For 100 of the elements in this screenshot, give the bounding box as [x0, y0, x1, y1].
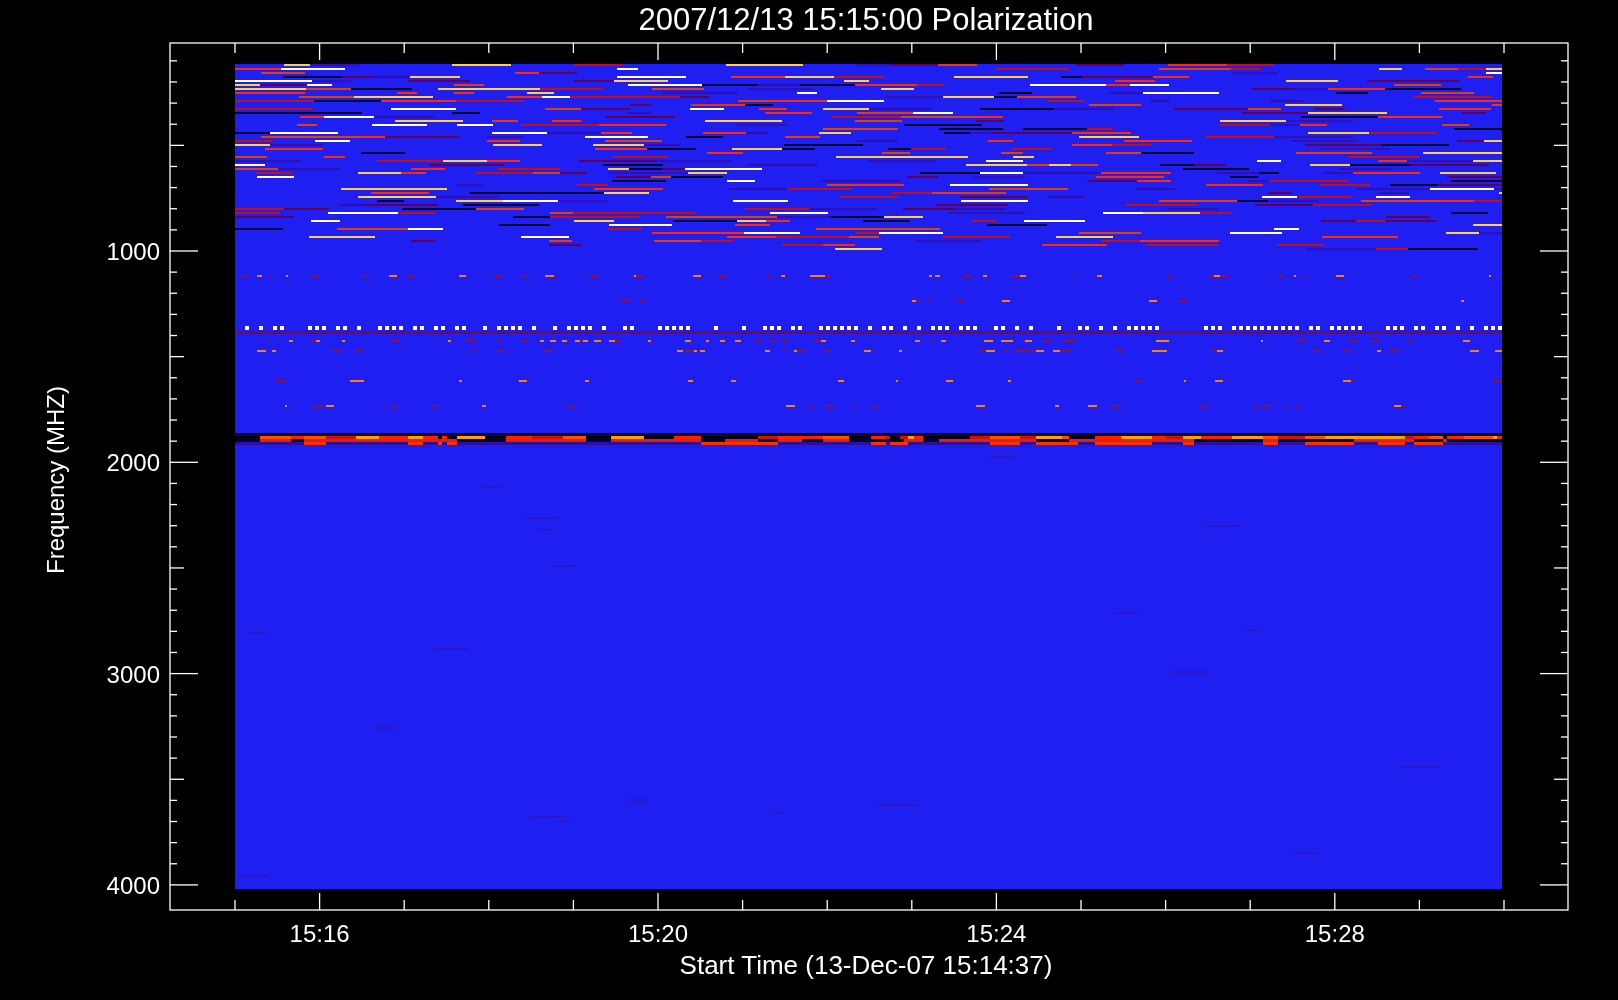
tick-mark	[1560, 165, 1569, 168]
tick-mark	[169, 81, 178, 83]
tick-mark	[318, 42, 321, 61]
tick-mark	[1334, 892, 1336, 911]
tick-mark	[169, 694, 178, 696]
tick-mark	[169, 102, 178, 104]
tick-mark	[1560, 440, 1569, 442]
tick-mark	[826, 899, 828, 911]
tick-mark	[1539, 884, 1569, 886]
tick-mark	[169, 609, 178, 611]
tick-mark	[169, 377, 178, 379]
tick-mark	[1553, 567, 1569, 569]
tick-mark	[169, 525, 178, 527]
tick-mark	[169, 630, 178, 632]
tick-mark	[403, 899, 405, 911]
tick-mark	[1539, 461, 1569, 463]
tick-mark	[169, 820, 178, 823]
tick-mark	[1560, 736, 1569, 738]
tick-mark	[169, 356, 185, 358]
tick-mark	[826, 42, 828, 54]
tick-mark	[1539, 672, 1569, 675]
tick-mark	[1418, 42, 1421, 54]
tick-mark	[169, 651, 178, 654]
axis-tick-label: 15:16	[289, 920, 350, 947]
tick-mark	[741, 899, 744, 911]
tick-mark	[1503, 899, 1505, 911]
tick-mark	[1560, 482, 1569, 485]
tick-mark	[1334, 42, 1336, 61]
axis-tick-label: 3000	[106, 660, 160, 688]
tick-mark	[169, 503, 178, 506]
tick-mark	[1560, 123, 1569, 125]
tick-mark	[1503, 42, 1505, 54]
tick-mark	[169, 440, 178, 442]
tick-mark	[1560, 525, 1569, 527]
tick-mark	[1560, 419, 1569, 421]
tick-mark	[169, 292, 178, 294]
tick-mark	[1560, 863, 1569, 865]
tick-mark	[1560, 313, 1569, 316]
tick-mark	[169, 546, 178, 548]
axis-tick-label: 4000	[106, 871, 160, 899]
axis-tick-label: 1000	[106, 238, 160, 265]
tick-mark	[657, 892, 659, 911]
tick-mark	[1560, 546, 1569, 548]
tick-mark	[1560, 799, 1569, 802]
tick-mark	[169, 482, 178, 485]
tick-mark	[403, 42, 405, 54]
axis-tick-label: 15:24	[966, 920, 1027, 947]
axis-tick-label: 15:28	[1304, 920, 1365, 947]
tick-mark	[169, 736, 178, 738]
tick-mark	[234, 899, 236, 911]
tick-mark	[169, 60, 178, 62]
tick-mark	[169, 186, 178, 189]
tick-mark	[488, 899, 490, 911]
tick-mark	[1539, 250, 1569, 252]
tick-mark	[318, 892, 321, 911]
tick-mark	[1560, 398, 1569, 400]
tick-mark	[1560, 81, 1569, 83]
tick-mark	[169, 419, 178, 421]
tick-mark	[1560, 334, 1569, 337]
tick-mark	[1560, 186, 1569, 189]
tick-mark	[1560, 271, 1569, 273]
tick-mark	[169, 715, 178, 717]
tick-mark	[1560, 694, 1569, 696]
tick-mark	[995, 892, 998, 911]
tick-mark	[169, 884, 199, 886]
tick-mark	[572, 899, 575, 911]
tick-mark	[169, 334, 178, 337]
tick-mark	[169, 144, 185, 146]
tick-mark	[169, 588, 178, 590]
tick-mark	[169, 313, 178, 316]
tick-mark	[169, 123, 178, 125]
tick-mark	[572, 42, 575, 54]
tick-mark	[169, 271, 178, 273]
tick-mark	[1560, 842, 1569, 844]
tick-mark	[1560, 651, 1569, 654]
tick-mark	[1560, 820, 1569, 823]
tick-mark	[911, 42, 913, 54]
tick-mark	[1560, 208, 1569, 210]
tick-mark	[169, 842, 178, 844]
axis-tick-label: 2000	[106, 449, 160, 477]
tick-mark	[234, 42, 236, 54]
tick-mark	[1249, 42, 1251, 54]
tick-mark	[488, 42, 490, 54]
tick-mark	[1553, 144, 1569, 146]
tick-mark	[1080, 899, 1082, 911]
tick-mark	[1560, 229, 1569, 231]
tick-mark	[1553, 778, 1569, 780]
tick-mark	[169, 398, 178, 400]
tick-mark	[169, 208, 178, 210]
tick-mark	[741, 42, 744, 54]
chart-title: 2007/12/13 15:15:00 Polarization	[638, 2, 1094, 37]
tick-mark	[911, 899, 913, 911]
tick-mark	[1560, 377, 1569, 379]
tick-mark	[169, 778, 185, 780]
x-axis-title: Start Time (13-Dec-07 15:14:37)	[679, 950, 1053, 980]
tick-mark	[1164, 899, 1167, 911]
tick-mark	[169, 672, 199, 675]
tick-mark	[169, 165, 178, 168]
tick-mark	[1560, 102, 1569, 104]
tick-mark	[1560, 630, 1569, 632]
